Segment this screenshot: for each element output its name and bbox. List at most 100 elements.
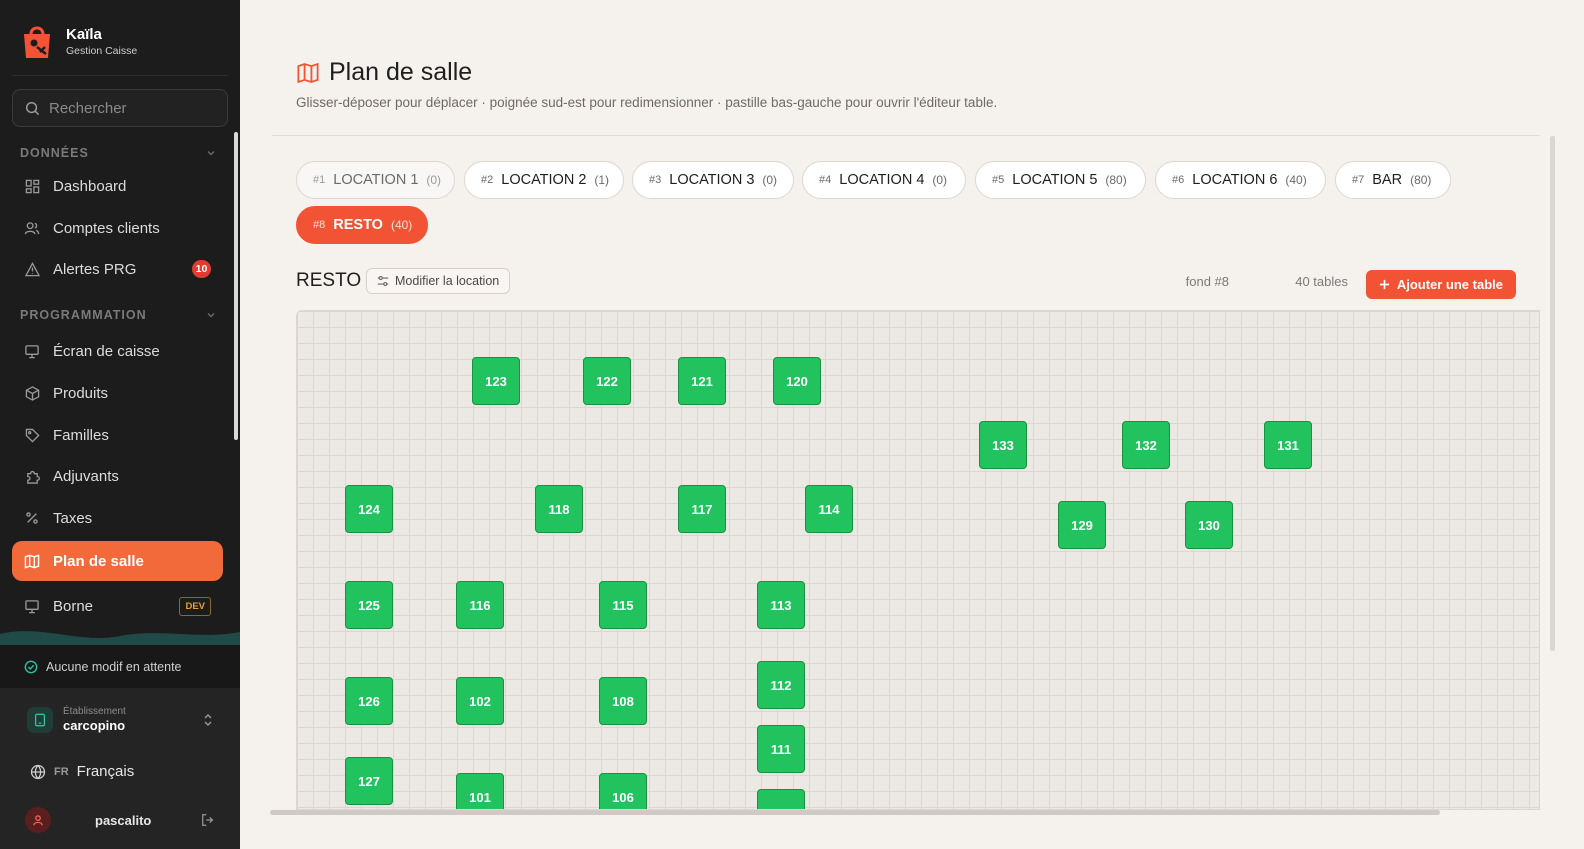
table-item[interactable]: 131	[1264, 421, 1312, 469]
location-name: LOCATION 1	[333, 172, 419, 188]
add-table-label: Ajouter une table	[1396, 277, 1503, 292]
sidebar-item-plan-de-salle[interactable]: Plan de salle	[12, 541, 223, 581]
page-subtitle: Glisser-déposer pour déplacer · poignée …	[296, 95, 998, 110]
location-name: LOCATION 4	[839, 172, 925, 188]
check-circle-icon	[24, 660, 38, 673]
edit-location-label: Modifier la location	[395, 274, 500, 288]
table-item[interactable]: 118	[535, 485, 583, 533]
location-tab-4[interactable]: #4 LOCATION 4 (0)	[802, 161, 966, 199]
location-tab-1[interactable]: #1 LOCATION 1 (0)	[296, 161, 455, 199]
sidebar-item-taxes[interactable]: Taxes	[12, 498, 223, 538]
location-tab-3[interactable]: #3 LOCATION 3 (0)	[632, 161, 794, 199]
location-name: LOCATION 5	[1012, 172, 1098, 188]
chevron-down-icon	[207, 151, 215, 156]
page-title: Plan de salle	[296, 58, 472, 87]
sidebar-item-adjuvants[interactable]: Adjuvants	[12, 456, 223, 496]
sidebar-item-familles[interactable]: Familles	[12, 415, 223, 455]
add-table-button[interactable]: Ajouter une table	[1365, 270, 1516, 299]
location-tab-5[interactable]: #5 LOCATION 5 (80)	[975, 161, 1146, 199]
location-tab-6[interactable]: #6 LOCATION 6 (40)	[1155, 161, 1326, 199]
table-item[interactable]: 126	[345, 677, 393, 725]
table-item[interactable]: 110	[757, 789, 805, 809]
location-count: (0)	[762, 173, 778, 187]
avatar	[25, 807, 51, 833]
location-tab-8[interactable]: #8 RESTO (40)	[296, 206, 428, 244]
location-name: BAR	[1372, 172, 1403, 188]
location-tab-7[interactable]: #7 BAR (80)	[1335, 161, 1451, 199]
table-item[interactable]: 127	[345, 757, 393, 805]
table-item[interactable]: 133	[979, 421, 1027, 469]
sidebar-item-label: Familles	[53, 426, 109, 444]
establishment-selector[interactable]: Établissement carcopino	[27, 706, 213, 733]
table-item[interactable]: 124	[345, 485, 393, 533]
location-num: #5	[992, 174, 1005, 186]
location-tab-2[interactable]: #2 LOCATION 2 (1)	[464, 161, 624, 199]
content-scrollbar[interactable]	[1550, 136, 1555, 651]
table-item[interactable]: 123	[472, 357, 520, 405]
pending-changes-status: Aucune modif en attente	[0, 645, 240, 688]
sidebar-item-label: Dashboard	[53, 177, 127, 195]
table-item[interactable]: 132	[1122, 421, 1170, 469]
table-item[interactable]: 102	[456, 677, 504, 725]
sidebar-item-dashboard[interactable]: Dashboard	[12, 166, 223, 206]
table-item[interactable]: 129	[1058, 501, 1106, 549]
table-item[interactable]: 130	[1185, 501, 1233, 549]
location-name: RESTO	[333, 217, 383, 233]
sidebar-item-alertes-prg[interactable]: Alertes PRG 10	[12, 249, 223, 289]
chevron-updown-icon	[204, 714, 212, 726]
table-item[interactable]: 117	[678, 485, 726, 533]
sidebar-item-produits[interactable]: Produits	[12, 373, 223, 413]
table-item[interactable]: 122	[583, 357, 631, 405]
location-count: (80)	[1410, 173, 1432, 187]
table-item[interactable]: 111	[757, 725, 805, 773]
sidebar-item-borne[interactable]: Borne DEV	[12, 586, 223, 626]
location-name: LOCATION 6	[1192, 172, 1278, 188]
user-profile[interactable]: pascalito	[25, 806, 215, 834]
table-item[interactable]: 108	[599, 677, 647, 725]
table-item[interactable]: 116	[456, 581, 504, 629]
table-item[interactable]: 112	[757, 661, 805, 709]
language-selector[interactable]: FR Français	[30, 763, 134, 780]
location-header: RESTO Modifier la location fond #8 40 ta…	[296, 268, 1516, 299]
location-num: #2	[481, 174, 494, 186]
sidebar-item-comptes-clients[interactable]: Comptes clients	[12, 208, 223, 248]
table-item[interactable]: 113	[757, 581, 805, 629]
monitor-icon	[24, 343, 40, 359]
table-item[interactable]: 120	[773, 357, 821, 405]
search-box[interactable]	[12, 89, 228, 127]
table-item[interactable]: 115	[599, 581, 647, 629]
edit-location-button[interactable]: Modifier la location	[366, 268, 511, 294]
language-code: FR	[54, 765, 69, 778]
section-donnees-toggle[interactable]: DONNÉES	[20, 146, 216, 160]
sidebar-item-ecran-de-caisse[interactable]: Écran de caisse	[12, 331, 223, 371]
brand-subtitle: Gestion Caisse	[66, 44, 138, 57]
search-icon	[25, 101, 40, 115]
user-name: pascalito	[95, 812, 152, 828]
location-num: #3	[649, 174, 662, 186]
table-item[interactable]: 106	[599, 773, 647, 809]
floor-plan-canvas[interactable]: 123 122 121 120 133 132 131 124 118 117 …	[296, 310, 1540, 810]
brand[interactable]: Kaïla Gestion Caisse	[20, 22, 137, 60]
location-name: LOCATION 3	[669, 172, 755, 188]
table-item[interactable]: 125	[345, 581, 393, 629]
location-num: #1	[313, 174, 326, 186]
location-count: (40)	[390, 218, 413, 232]
horizontal-scrollbar[interactable]	[270, 810, 1440, 815]
map-icon	[24, 553, 40, 569]
section-donnees-label: DONNÉES	[20, 146, 89, 160]
sidebar-item-label: Produits	[53, 384, 109, 402]
sidebar-scrollbar[interactable]	[234, 132, 238, 440]
puzzle-icon	[24, 468, 40, 484]
section-programmation-toggle[interactable]: PROGRAMMATION	[20, 308, 216, 322]
logout-icon[interactable]	[201, 813, 215, 827]
tables-count: 40 tables	[1295, 274, 1348, 289]
table-item[interactable]: 114	[805, 485, 853, 533]
main-content: Plan de salle Glisser-déposer pour dépla…	[240, 0, 1584, 849]
search-input[interactable]	[49, 99, 209, 117]
globe-icon	[30, 764, 46, 779]
table-item[interactable]: 101	[456, 773, 504, 809]
table-item[interactable]: 121	[678, 357, 726, 405]
establishment-label: Établissement	[63, 706, 126, 717]
map-icon	[297, 62, 319, 83]
status-text: Aucune modif en attente	[46, 659, 182, 674]
